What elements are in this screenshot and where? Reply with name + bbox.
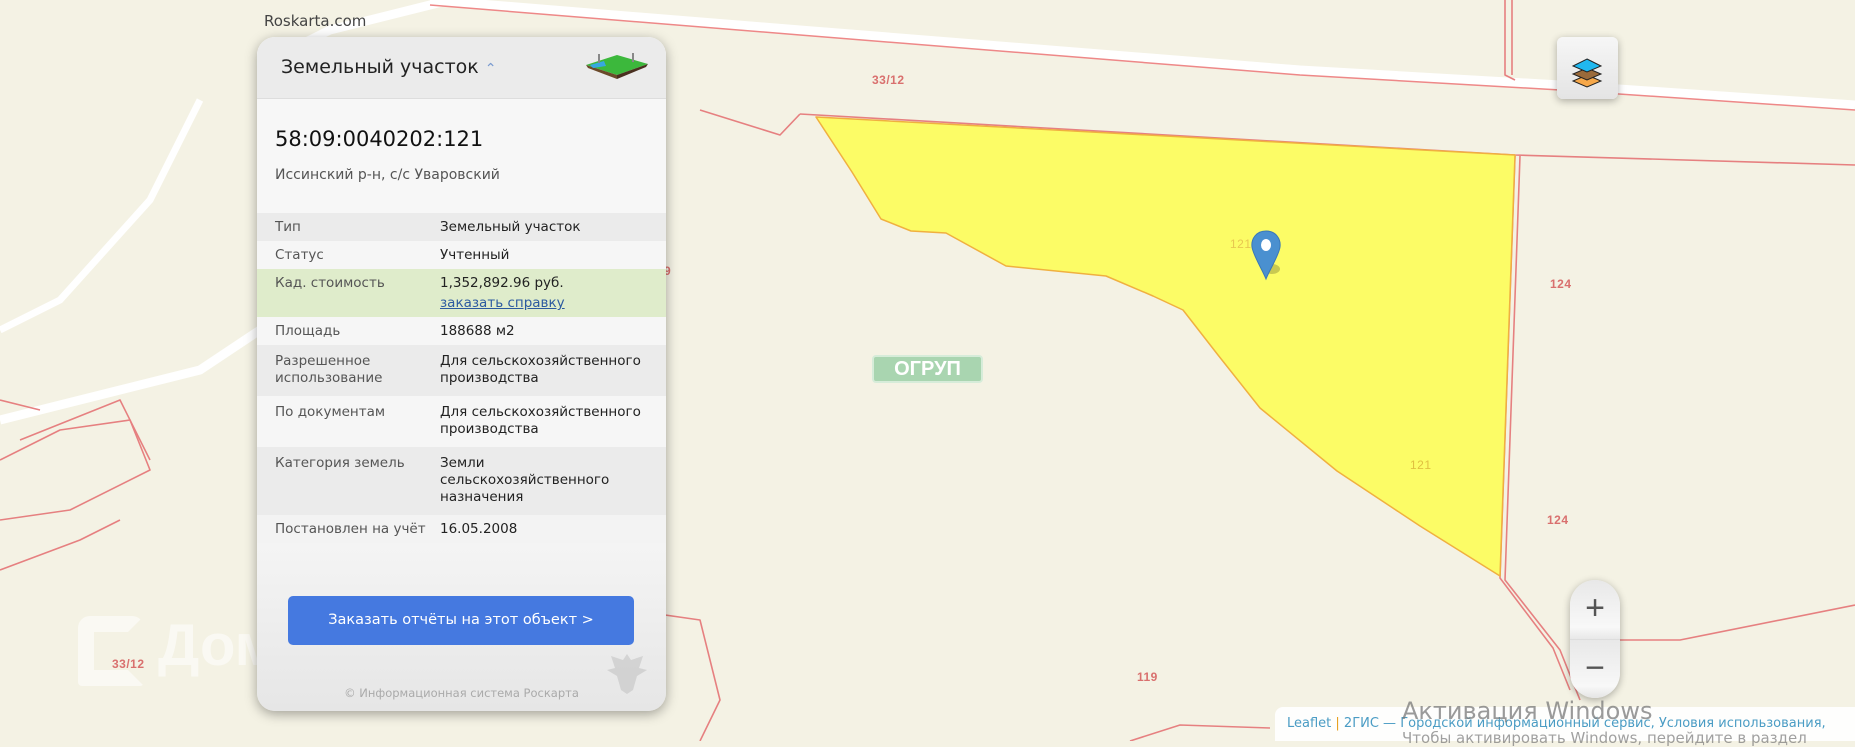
parcel-label: 119	[1137, 670, 1158, 684]
table-row: Разрешенное использование Для сельскохозя…	[257, 345, 666, 396]
separator: |	[1331, 716, 1344, 731]
panel-footer: © Информационная система Роскарта	[344, 686, 579, 700]
row-key: Разрешенное использование	[275, 353, 383, 386]
table-row: По документам Для сельскохозяйственного п…	[257, 396, 666, 447]
address: Иссинский р-н, с/с Уваровский	[275, 167, 500, 183]
provider-link[interactable]: 2ГИС — Городской информационный сервис, …	[1344, 716, 1826, 731]
parcel-label: 33/12	[872, 73, 905, 87]
selected-parcel	[815, 116, 1516, 577]
parcel-label: 124	[1550, 277, 1572, 291]
row-value: Для сельскохозяйственного производства	[440, 353, 641, 386]
row-key: Категория земель	[275, 455, 405, 471]
row-value: 16.05.2008	[440, 521, 518, 537]
row-key: По документам	[275, 404, 386, 420]
cadastral-number: 58:09:0040202:121	[275, 127, 484, 151]
row-value: Для сельскохозяйственного производства	[440, 404, 641, 437]
row-key: Площадь	[275, 323, 341, 339]
order-certificate-link[interactable]: заказать справку	[440, 295, 656, 312]
leaflet-link[interactable]: Leaflet	[1287, 716, 1331, 731]
row-key: Статус	[275, 247, 324, 263]
ogrup-logo: ОГРУП	[872, 355, 983, 383]
parcel-info-panel: Земельный участок ⌃ 58:09:0040202:121 Исс…	[257, 37, 666, 711]
table-row: Кад. стоимость 1,352,892.96 руб. заказать …	[257, 269, 666, 317]
row-key: Постановлен на учёт	[275, 521, 426, 537]
zoom-in-button[interactable]: +	[1570, 580, 1620, 639]
selected-parcel-label: 121	[1230, 237, 1252, 251]
parcel-label: 33/12	[112, 657, 145, 671]
chevron-up-icon[interactable]: ⌃	[485, 61, 497, 77]
row-key: Кад. стоимость	[275, 275, 385, 291]
zoom-out-button[interactable]: −	[1570, 639, 1620, 698]
table-row: Тип Земельный участок	[257, 213, 666, 241]
order-reports-button[interactable]: Заказать отчёты на этот объект >	[288, 596, 634, 645]
layers-button[interactable]	[1557, 37, 1618, 99]
table-row: Постановлен на учёт 16.05.2008	[257, 515, 666, 543]
table-row: Категория земель Земли сельскохозяйственн…	[257, 447, 666, 515]
row-value: Земли сельскохозяйственного назначения	[440, 455, 610, 505]
panel-title[interactable]: Земельный участок ⌃	[281, 56, 497, 78]
land-plot-icon	[586, 53, 648, 79]
map-marker-icon[interactable]	[1250, 229, 1284, 281]
site-name: Roskarta.com	[264, 12, 367, 30]
layers-icon	[1571, 58, 1603, 88]
table-row: Площадь 188688 м2	[257, 317, 666, 345]
row-value: Земельный участок	[440, 219, 581, 235]
row-value: 1,352,892.96 руб. заказать справку	[440, 275, 666, 312]
parcel-properties-table: Тип Земельный участок Статус Учтенный Кад.…	[257, 213, 666, 543]
row-key: Тип	[275, 219, 301, 235]
zoom-control: + −	[1570, 580, 1620, 698]
panel-header[interactable]: Земельный участок ⌃	[257, 37, 666, 99]
parcel-label: 121	[1410, 458, 1432, 472]
row-value: 188688 м2	[440, 323, 515, 339]
row-value: Учтенный	[440, 247, 510, 263]
parcel-label: 124	[1547, 513, 1569, 527]
cadastral-value: 1,352,892.96 руб.	[440, 275, 564, 291]
map-attribution: Leaflet | 2ГИС — Городской информационны…	[1275, 707, 1855, 741]
table-row: Статус Учтенный	[257, 241, 666, 269]
panel-title-text: Земельный участок	[281, 56, 479, 78]
